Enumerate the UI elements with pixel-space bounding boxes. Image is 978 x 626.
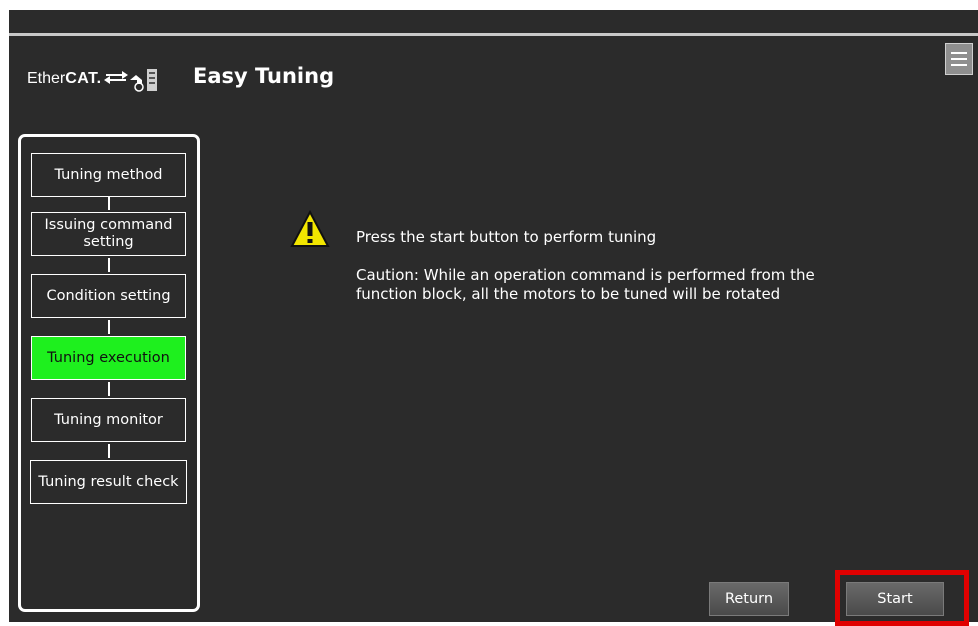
- logo-text-cat: CAT.: [65, 70, 102, 87]
- caution-text: Caution: While an operation command is p…: [356, 266, 815, 303]
- step-label: Tuning result check: [38, 473, 179, 490]
- step-connector: [108, 197, 110, 210]
- step-connector: [108, 382, 110, 396]
- step-label: Tuning method: [54, 166, 163, 183]
- return-button[interactable]: Return: [709, 582, 789, 616]
- hamburger-menu-icon[interactable]: [945, 43, 973, 75]
- logo-text-ether: Ether: [27, 70, 66, 87]
- page-title: Easy Tuning: [193, 64, 335, 88]
- step-label: Issuing command setting: [45, 217, 173, 251]
- step-tuning-method[interactable]: Tuning method: [31, 153, 186, 197]
- step-label-line: Issuing command: [44, 217, 173, 233]
- step-label: Condition setting: [46, 287, 171, 304]
- easy-tuning-screen: Ether CAT. Easy Tuning Tuning method Issu…: [9, 33, 978, 626]
- start-button-highlight: [835, 570, 969, 626]
- step-connector: [108, 320, 110, 334]
- ethercat-device-icon: [103, 69, 157, 92]
- step-label: Tuning execution: [47, 349, 170, 366]
- step-label-line: setting: [83, 234, 134, 250]
- ethercat-logo: Ether CAT.: [27, 66, 162, 92]
- step-tuning-monitor[interactable]: Tuning monitor: [31, 398, 186, 442]
- step-connector: [108, 258, 110, 272]
- instruction-text: Press the start button to perform tuning: [356, 228, 657, 246]
- step-label: Tuning monitor: [54, 411, 163, 428]
- warning-triangle-icon: [290, 210, 330, 247]
- step-condition-setting[interactable]: Condition setting: [31, 274, 186, 318]
- step-connector: [108, 444, 110, 458]
- step-issuing-command-setting[interactable]: Issuing command setting: [31, 212, 186, 256]
- top-bar: [9, 10, 978, 33]
- step-tuning-result-check[interactable]: Tuning result check: [30, 460, 187, 504]
- step-tuning-execution[interactable]: Tuning execution: [31, 336, 186, 380]
